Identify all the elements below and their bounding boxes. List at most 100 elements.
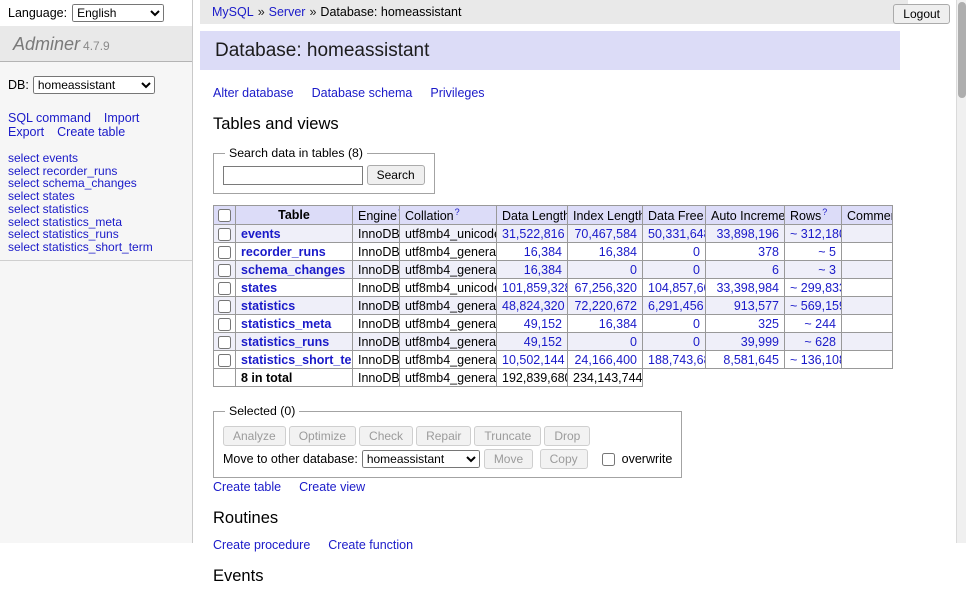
data-free-link[interactable]: 50,331,648 bbox=[648, 227, 706, 241]
row-checkbox[interactable] bbox=[218, 228, 231, 241]
data-length-link[interactable]: 16,384 bbox=[524, 245, 562, 259]
row-checkbox[interactable] bbox=[218, 354, 231, 367]
index-length-link[interactable]: 16,384 bbox=[599, 245, 637, 259]
data-length-link[interactable]: 16,384 bbox=[524, 263, 562, 277]
move-button[interactable]: Move bbox=[484, 449, 533, 469]
auto-increment-cell: 8,581,645 bbox=[706, 351, 785, 369]
sidebar-action-create-table[interactable]: Create table bbox=[57, 125, 125, 139]
copy-button[interactable]: Copy bbox=[540, 449, 588, 469]
sidebar-select-events[interactable]: select events bbox=[8, 152, 190, 165]
data-free-link[interactable]: 0 bbox=[693, 335, 700, 349]
sidebar-action-sql-command[interactable]: SQL command bbox=[8, 111, 91, 125]
sidebar-action-export[interactable]: Export bbox=[8, 125, 44, 139]
row-checkbox[interactable] bbox=[218, 336, 231, 349]
index-length-link[interactable]: 16,384 bbox=[599, 317, 637, 331]
index-length-link[interactable]: 67,256,320 bbox=[574, 281, 637, 295]
vertical-scrollbar[interactable] bbox=[956, 0, 966, 543]
rows-link[interactable]: ~ 244 bbox=[804, 317, 836, 331]
sidebar-select-states[interactable]: select states bbox=[8, 190, 190, 203]
data-free-link[interactable]: 6,291,456 bbox=[648, 299, 704, 313]
auto-increment-link[interactable]: 8,581,645 bbox=[723, 353, 779, 367]
breadcrumb-link-mysql[interactable]: MySQL bbox=[212, 5, 254, 19]
index-length-link[interactable]: 72,220,672 bbox=[574, 299, 637, 313]
auto-increment-link[interactable]: 33,898,196 bbox=[716, 227, 779, 241]
row-checkbox[interactable] bbox=[218, 318, 231, 331]
auto-increment-link[interactable]: 325 bbox=[758, 317, 779, 331]
table-link-statistics-short-term[interactable]: statistics_short_term bbox=[241, 353, 353, 367]
language-select[interactable]: English bbox=[72, 4, 164, 22]
data-free-link[interactable]: 0 bbox=[693, 317, 700, 331]
row-checkbox[interactable] bbox=[218, 246, 231, 259]
scrollbar-thumb[interactable] bbox=[958, 2, 966, 98]
data-length-link[interactable]: 49,152 bbox=[524, 317, 562, 331]
search-button[interactable]: Search bbox=[367, 165, 425, 185]
logout-button[interactable]: Logout bbox=[893, 4, 950, 24]
data-free-link[interactable]: 188,743,680 bbox=[648, 353, 706, 367]
create-view[interactable]: Create view bbox=[299, 480, 365, 494]
truncate-button[interactable]: Truncate bbox=[474, 426, 541, 446]
table-link-events[interactable]: events bbox=[241, 227, 281, 241]
alter-database[interactable]: Alter database bbox=[213, 86, 294, 100]
row-checkbox[interactable] bbox=[218, 282, 231, 295]
sidebar-action-import[interactable]: Import bbox=[104, 111, 139, 125]
search-input[interactable] bbox=[223, 166, 363, 185]
database-schema[interactable]: Database schema bbox=[312, 86, 413, 100]
index-length-link[interactable]: 70,467,584 bbox=[574, 227, 637, 241]
move-db-select[interactable]: homeassistant bbox=[362, 450, 480, 468]
breadcrumb: MySQL»Server»Database: homeassistant bbox=[200, 0, 908, 24]
index-length-cell: 70,467,584 bbox=[568, 225, 643, 243]
table-link-statistics[interactable]: statistics bbox=[241, 299, 295, 313]
create-table[interactable]: Create table bbox=[213, 480, 281, 494]
data-length-link[interactable]: 48,824,320 bbox=[502, 299, 565, 313]
table-link-states[interactable]: states bbox=[241, 281, 277, 295]
rows-link[interactable]: ~ 299,833 bbox=[790, 281, 842, 295]
row-checkbox[interactable] bbox=[218, 264, 231, 277]
sidebar-select-statistics-short-term[interactable]: select statistics_short_term bbox=[8, 241, 190, 254]
optimize-button[interactable]: Optimize bbox=[289, 426, 356, 446]
rows-link[interactable]: ~ 136,108 bbox=[790, 353, 842, 367]
create-procedure[interactable]: Create procedure bbox=[213, 538, 310, 552]
sidebar-select-statistics[interactable]: select statistics bbox=[8, 203, 190, 216]
auto-increment-link[interactable]: 378 bbox=[758, 245, 779, 259]
index-length-link[interactable]: 0 bbox=[630, 335, 637, 349]
table-link-schema-changes[interactable]: schema_changes bbox=[241, 263, 345, 277]
engine-cell: InnoDB bbox=[353, 333, 400, 351]
auto-increment-link[interactable]: 33,398,984 bbox=[716, 281, 779, 295]
privileges[interactable]: Privileges bbox=[430, 86, 484, 100]
table-link-recorder-runs[interactable]: recorder_runs bbox=[241, 245, 326, 259]
help-link[interactable]: ? bbox=[455, 207, 460, 217]
data-length-link[interactable]: 31,522,816 bbox=[502, 227, 565, 241]
adminer-home-link[interactable]: Adminer bbox=[13, 34, 80, 54]
db-select[interactable]: homeassistant bbox=[33, 76, 155, 94]
select-all-checkbox[interactable] bbox=[218, 209, 231, 222]
repair-button[interactable]: Repair bbox=[416, 426, 471, 446]
auto-increment-link[interactable]: 6 bbox=[772, 263, 779, 277]
rows-link[interactable]: ~ 5 bbox=[818, 245, 836, 259]
rows-link[interactable]: ~ 569,159 bbox=[790, 299, 842, 313]
index-length-link[interactable]: 24,166,400 bbox=[574, 353, 637, 367]
overwrite-checkbox[interactable] bbox=[602, 453, 615, 466]
row-select-cell bbox=[214, 351, 236, 369]
data-free-cell: 0 bbox=[643, 261, 706, 279]
data-free-link[interactable]: 0 bbox=[693, 263, 700, 277]
table-link-statistics-meta[interactable]: statistics_meta bbox=[241, 317, 331, 331]
rows-link[interactable]: ~ 312,180 bbox=[790, 227, 842, 241]
help-link[interactable]: ? bbox=[822, 207, 827, 217]
analyze-button[interactable]: Analyze bbox=[223, 426, 286, 446]
data-free-link[interactable]: 0 bbox=[693, 245, 700, 259]
data-length-link[interactable]: 10,502,144 bbox=[502, 353, 565, 367]
rows-link[interactable]: ~ 628 bbox=[804, 335, 836, 349]
data-length-link[interactable]: 101,859,328 bbox=[502, 281, 568, 295]
create-function[interactable]: Create function bbox=[328, 538, 413, 552]
data-length-link[interactable]: 49,152 bbox=[524, 335, 562, 349]
table-link-statistics-runs[interactable]: statistics_runs bbox=[241, 335, 329, 349]
drop-button[interactable]: Drop bbox=[544, 426, 590, 446]
data-free-link[interactable]: 104,857,600 bbox=[648, 281, 706, 295]
auto-increment-link[interactable]: 913,577 bbox=[734, 299, 779, 313]
rows-link[interactable]: ~ 3 bbox=[818, 263, 836, 277]
auto-increment-link[interactable]: 39,999 bbox=[741, 335, 779, 349]
breadcrumb-link-server[interactable]: Server bbox=[269, 5, 306, 19]
index-length-link[interactable]: 0 bbox=[630, 263, 637, 277]
row-checkbox[interactable] bbox=[218, 300, 231, 313]
check-button[interactable]: Check bbox=[359, 426, 413, 446]
